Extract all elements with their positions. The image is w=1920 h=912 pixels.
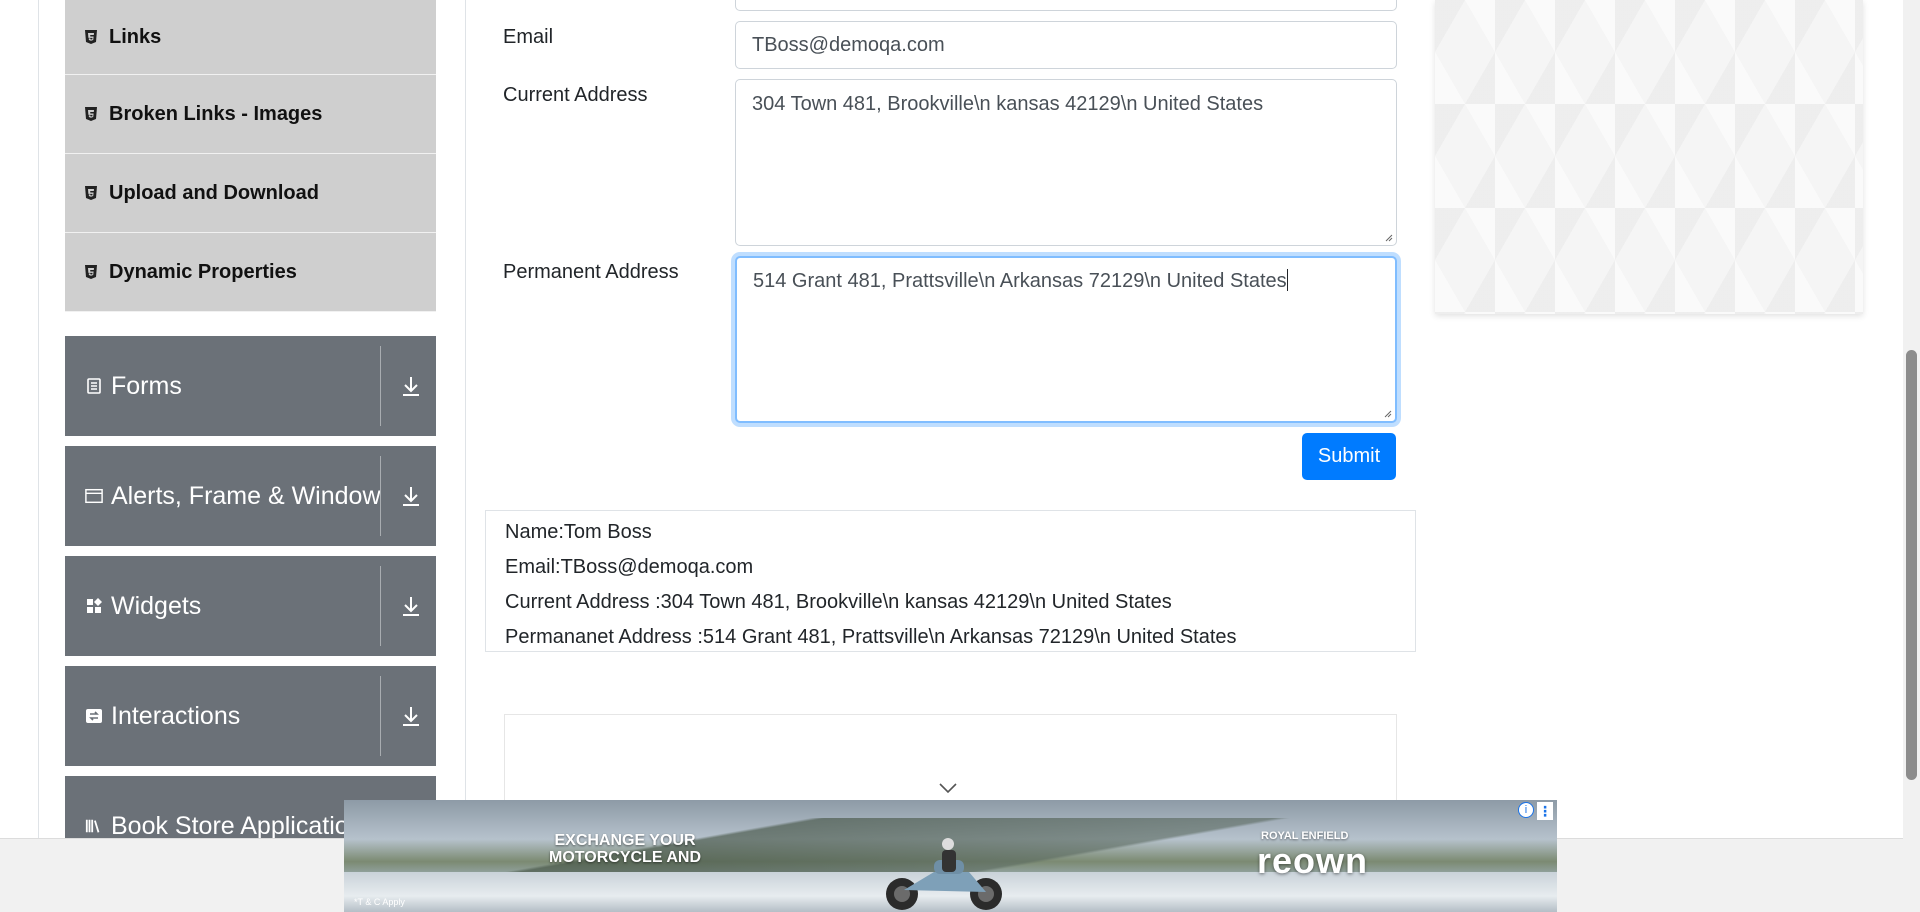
sidebar-item-label: Dynamic Properties — [109, 260, 297, 283]
divider — [380, 456, 381, 536]
divider — [380, 676, 381, 756]
sidebar-group-alerts[interactable]: Alerts, Frame & Windows — [65, 446, 436, 546]
right-ad-panel — [1435, 0, 1863, 314]
permanent-address-text: 514 Grant 481, Prattsville\n Arkansas 72… — [753, 270, 1287, 292]
output-current-address: Current Address :304 Town 481, Brookvill… — [505, 591, 1172, 613]
ad-terms: *T & C Apply — [354, 897, 405, 907]
sidebar-item-upload-download[interactable]: Upload and Download — [65, 154, 436, 233]
current-address-textarea[interactable]: 304 Town 481, Brookville\n kansas 42129\… — [735, 79, 1397, 246]
chevron-down-icon[interactable] — [938, 782, 958, 794]
output-permanent-address: Permananet Address :514 Grant 481, Pratt… — [505, 626, 1237, 648]
ad-banner[interactable]: EXCHANGE YOUR MOTORCYCLE AND ROYAL ENFIE… — [344, 800, 1557, 912]
divider — [380, 346, 381, 426]
ad-info-icon[interactable]: i — [1518, 802, 1534, 818]
email-input[interactable]: TBoss@demoqa.com — [735, 21, 1397, 69]
document-icon — [85, 377, 103, 395]
sidebar-group-widgets[interactable]: Widgets — [65, 556, 436, 656]
output-panel: Name:Tom Boss Email:TBoss@demoqa.com Cur… — [485, 510, 1416, 652]
motorcycle-icon — [886, 838, 1002, 910]
resize-handle-icon[interactable] — [1383, 232, 1393, 242]
scrollbar-thumb[interactable] — [1906, 350, 1917, 780]
group-title: Widgets — [111, 591, 202, 620]
group-title: Alerts, Frame & Windows — [111, 481, 380, 510]
sidebar-item-label: Upload and Download — [109, 181, 319, 204]
download-icon[interactable] — [399, 483, 423, 509]
permanent-address-label: Permanent Address — [503, 261, 679, 283]
ad-more-icon[interactable]: ⋮ — [1537, 802, 1553, 820]
group-title: Forms — [111, 371, 182, 400]
resize-handle-icon[interactable] — [1382, 408, 1392, 418]
sidebar-border-right — [465, 0, 466, 838]
sidebar-item-label: Broken Links - Images — [109, 102, 323, 125]
window-icon — [85, 487, 103, 505]
sidebar-item-label: Links — [109, 25, 162, 48]
ad-brand-main: reown — [1257, 840, 1369, 881]
output-email: Email:TBoss@demoqa.com — [505, 556, 754, 578]
sidebar-item-links[interactable]: Links — [65, 0, 436, 75]
interactions-icon — [85, 707, 103, 725]
html5-icon — [83, 29, 99, 45]
user-name-input[interactable] — [735, 0, 1397, 11]
books-icon — [85, 817, 103, 835]
sidebar-item-broken-links[interactable]: Broken Links - Images — [65, 75, 436, 154]
download-icon[interactable] — [399, 593, 423, 619]
html5-icon — [83, 264, 99, 280]
html5-icon — [83, 185, 99, 201]
sidebar-item-dynamic-properties[interactable]: Dynamic Properties — [65, 233, 436, 312]
download-icon[interactable] — [399, 703, 423, 729]
sidebar-group-forms[interactable]: Forms — [65, 336, 436, 436]
submit-button[interactable]: Submit — [1302, 433, 1396, 480]
email-label: Email — [503, 26, 554, 48]
text-cursor — [1286, 269, 1288, 291]
sidebar-border-left — [38, 0, 39, 838]
permanent-address-textarea[interactable]: 514 Grant 481, Prattsville\n Arkansas 72… — [735, 256, 1397, 423]
elements-submenu: Links Broken Links - Images Upload and D… — [65, 0, 436, 312]
html5-icon — [83, 106, 99, 122]
group-title: Interactions — [111, 701, 241, 730]
sidebar-group-interactions[interactable]: Interactions — [65, 666, 436, 766]
widgets-icon — [85, 597, 103, 615]
output-name: Name:Tom Boss — [505, 521, 652, 543]
current-address-text: 304 Town 481, Brookville\n kansas 42129\… — [752, 93, 1264, 115]
divider — [380, 566, 381, 646]
download-icon[interactable] — [399, 373, 423, 399]
current-address-label: Current Address — [503, 84, 648, 106]
ad-headline: EXCHANGE YOUR MOTORCYCLE AND — [549, 832, 701, 866]
